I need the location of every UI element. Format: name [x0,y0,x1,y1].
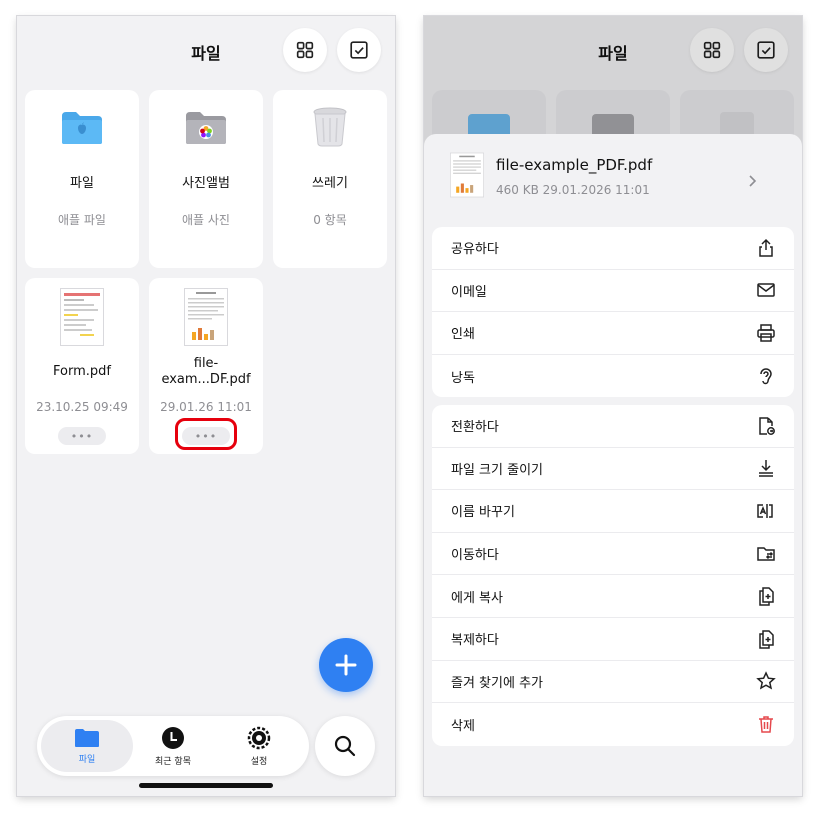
star-icon [756,671,776,690]
file-card-form-pdf[interactable]: Form.pdf 23.10.25 09:49 ••• [25,278,139,454]
rename-icon [757,503,773,518]
home-indicator [139,783,273,788]
menu-item-rename[interactable]: 이름 바꾸기 [432,490,794,533]
tab-files[interactable]: 파일 [41,720,133,772]
action-sheet: file-example_PDF.pdf 460 KB 29.01.2026 1… [424,134,802,796]
mail-icon [757,283,775,298]
chevron-right-icon [749,175,757,187]
file-name: file-example_PDF.pdf [496,156,653,174]
file-date: 29.01.26 11:01 [160,400,252,414]
card-sub: 애플 파일 [58,213,106,227]
checkbox-icon [350,41,368,59]
menu-item-duplicate[interactable]: 복제하다 [432,618,794,661]
photos-folder-icon [186,112,226,144]
menu-label: 낭독 [451,370,475,386]
file-meta: 460 KB 29.01.2026 11:01 [496,183,650,197]
menu-label: 즐겨 찾기에 추가 [451,675,543,691]
file-options-screen: 파일 file-example_PDF.pdf 460 KB 29.01.202… [424,16,802,796]
files-screen: 파일 파일 애플 파일 사진앨범 애플 사진 쓰레기 0 항목 Form.pdf… [17,16,395,796]
search-button[interactable] [315,716,375,776]
file-info-row[interactable]: file-example_PDF.pdf 460 KB 29.01.2026 1… [432,140,794,212]
menu-item-reduce-size[interactable]: 파일 크기 줄이기 [432,448,794,491]
grid-view-button[interactable] [283,28,327,72]
convert-file-icon [759,417,775,435]
menu-label: 이메일 [451,284,487,300]
menu-label: 이름 바꾸기 [451,505,515,521]
copy-to-icon [759,587,774,606]
card-photo-albums[interactable]: 사진앨범 애플 사진 [149,90,263,268]
menu-label: 삭제 [451,718,475,734]
folder-blue-apple-icon [62,112,102,144]
compress-icon [759,460,773,478]
trash-icon [759,716,773,734]
card-name: 사진앨범 [182,176,230,191]
tab-label: 최근 항목 [155,756,191,767]
menu-label: 복제하다 [451,633,499,649]
search-icon [334,735,356,757]
file-name: Form.pdf [53,364,111,379]
select-button[interactable] [337,28,381,72]
highlight-annotation [175,418,237,450]
card-trash[interactable]: 쓰레기 0 항목 [273,90,387,268]
menu-item-copy-to[interactable]: 에게 복사 [432,575,794,618]
menu-item-convert[interactable]: 전환하다 [432,405,794,448]
move-folder-icon [757,546,775,561]
add-button[interactable] [319,638,373,692]
card-sub: 0 항목 [313,213,347,227]
menu-group-share: 공유하다 이메일 인쇄 낭독 [432,227,794,398]
card-name: 파일 [70,176,94,191]
pdf-thumbnail-icon [60,288,104,346]
menu-group-actions: 전환하다 파일 크기 줄이기 이름 바꾸기 이동하다 에게 복사 복제하다 즐겨… [432,405,794,746]
menu-label: 에게 복사 [451,590,503,606]
menu-item-email[interactable]: 이메일 [432,270,794,313]
printer-icon [757,324,775,342]
card-apple-files[interactable]: 파일 애플 파일 [25,90,139,268]
menu-item-delete[interactable]: 삭제 [432,703,794,746]
tab-bar: 파일 최근 항목 설정 [37,716,309,776]
ear-icon [760,368,772,385]
more-options-button[interactable]: ••• [58,427,106,445]
menu-item-share[interactable]: 공유하다 [432,227,794,270]
tab-label: 설정 [250,756,268,767]
file-name-line1: file- [193,356,219,371]
menu-label: 공유하다 [451,242,499,258]
menu-label: 파일 크기 줄이기 [451,462,543,478]
card-name: 쓰레기 [312,176,348,191]
menu-label: 인쇄 [451,327,475,343]
menu-item-read-aloud[interactable]: 낭독 [432,355,794,398]
trash-icon [313,107,347,147]
file-name: file- exam...DF.pdf [149,356,263,388]
grid-icon [296,41,314,59]
tab-settings[interactable]: 설정 [213,720,305,772]
folder-icon [75,728,99,747]
card-sub: 애플 사진 [182,213,230,227]
tab-label: 파일 [78,754,96,765]
pdf-thumbnail-icon [450,152,484,198]
file-name-line2: exam...DF.pdf [161,372,251,387]
pdf-thumbnail-icon [184,288,228,346]
plus-icon [335,654,357,676]
gear-icon [247,726,271,749]
menu-item-print[interactable]: 인쇄 [432,312,794,355]
menu-label: 전환하다 [451,420,499,436]
file-date: 23.10.25 09:49 [36,400,128,414]
menu-item-move[interactable]: 이동하다 [432,533,794,576]
share-icon [759,238,773,257]
tab-recent[interactable]: 최근 항목 [127,720,219,772]
menu-label: 이동하다 [451,548,499,564]
menu-item-add-favorite[interactable]: 즐겨 찾기에 추가 [432,661,794,704]
clock-icon [162,726,184,749]
duplicate-icon [759,630,774,649]
